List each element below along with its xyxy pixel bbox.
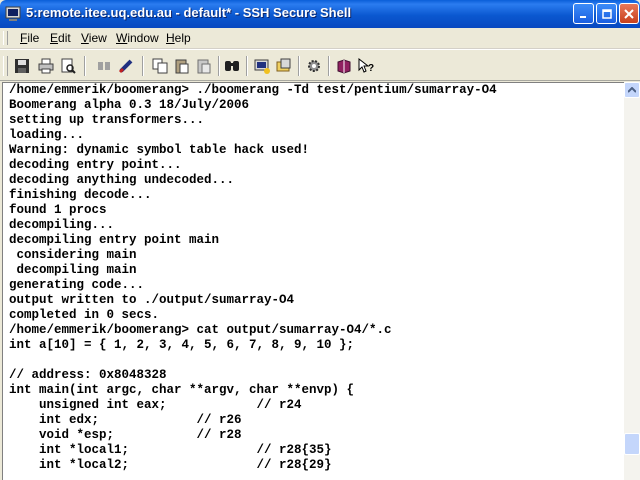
- paste-icon[interactable]: [172, 56, 192, 76]
- terminal-line: completed in 0 secs.: [9, 308, 160, 322]
- terminal-line: int edx; // r26: [9, 413, 242, 427]
- scroll-up-button[interactable]: [624, 82, 640, 98]
- terminal-line: Boomerang alpha 0.3 18/July/2006: [9, 98, 250, 112]
- toolbar-separator: [328, 56, 330, 76]
- terminal-line: int *local1; // r28{35}: [9, 443, 332, 457]
- menubar-grip[interactable]: [3, 31, 8, 45]
- scrollbar-thumb[interactable]: [624, 433, 640, 455]
- terminal-line: decompiling...: [9, 218, 115, 232]
- terminal-line: int *local2; // r28{29}: [9, 458, 332, 472]
- context-help-icon[interactable]: ?: [356, 56, 376, 76]
- terminal-line: setting up transformers...: [9, 113, 205, 127]
- vertical-scrollbar[interactable]: [624, 82, 640, 480]
- print-icon[interactable]: [36, 56, 56, 76]
- window-title: 5:remote.itee.uq.edu.au - default* - SSH…: [26, 5, 352, 20]
- terminal-output[interactable]: /home/emmerik/boomerang> ./boomerang -Td…: [2, 82, 624, 480]
- menu-window[interactable]: Window: [114, 31, 161, 45]
- minimize-button[interactable]: [573, 3, 594, 24]
- terminal-line: unsigned int eax; // r24: [9, 398, 302, 412]
- print-preview-icon[interactable]: [58, 56, 78, 76]
- terminal-line: int a[10] = { 1, 2, 3, 4, 5, 6, 7, 8, 9,…: [9, 338, 355, 352]
- terminal-line: finishing decode...: [9, 188, 152, 202]
- paste-special-icon[interactable]: [194, 56, 214, 76]
- title-bar[interactable]: 5:remote.itee.uq.edu.au - default* - SSH…: [0, 0, 640, 28]
- terminal-line: decompiling entry point main: [9, 233, 220, 247]
- terminal-line: decoding entry point...: [9, 158, 182, 172]
- menu-bar: File Edit View Window Help: [0, 28, 640, 49]
- chevron-up-icon: [628, 87, 636, 93]
- ssh-terminal-icon: [5, 6, 21, 22]
- terminal-line: output written to ./output/sumarray-O4: [9, 293, 295, 307]
- svg-text:?: ?: [368, 63, 374, 74]
- toolbar-separator: [84, 56, 86, 76]
- toolbar-separator: [298, 56, 300, 76]
- toolbar-separator: [218, 56, 220, 76]
- help-topics-icon[interactable]: [334, 56, 354, 76]
- settings-icon[interactable]: [304, 56, 324, 76]
- terminal-line: decompiling main: [9, 263, 137, 277]
- toolbar-separator: [142, 56, 144, 76]
- menu-help[interactable]: Help: [164, 31, 193, 45]
- terminal-line: found 1 procs: [9, 203, 107, 217]
- disconnect-icon[interactable]: [94, 56, 114, 76]
- terminal-line: generating code...: [9, 278, 145, 292]
- terminal-line: loading...: [9, 128, 85, 142]
- menu-view[interactable]: View: [79, 31, 109, 45]
- save-icon[interactable]: [12, 56, 32, 76]
- find-icon[interactable]: [222, 56, 242, 76]
- terminal-line: decoding anything undecoded...: [9, 173, 235, 187]
- new-file-transfer-icon[interactable]: [274, 56, 294, 76]
- terminal-line: int main(int argc, char **argv, char **e…: [9, 383, 355, 397]
- terminal-line: void *esp; // r28: [9, 428, 242, 442]
- toolbar-grip[interactable]: [3, 56, 8, 76]
- new-terminal-icon[interactable]: [252, 56, 272, 76]
- connect-icon[interactable]: [116, 56, 136, 76]
- terminal-line: // address: 0x8048328: [9, 368, 167, 382]
- close-button[interactable]: [619, 3, 639, 24]
- maximize-button[interactable]: [596, 3, 617, 24]
- toolbar: ?: [0, 49, 640, 81]
- menu-edit[interactable]: Edit: [48, 31, 73, 45]
- terminal-line: Warning: dynamic symbol table hack used!: [9, 143, 310, 157]
- toolbar-separator: [246, 56, 248, 76]
- terminal-line: /home/emmerik/boomerang> cat output/suma…: [9, 323, 392, 337]
- terminal-line: /home/emmerik/boomerang> ./boomerang -Td…: [9, 83, 497, 97]
- terminal-line: considering main: [9, 248, 137, 262]
- copy-icon[interactable]: [150, 56, 170, 76]
- menu-file[interactable]: File: [18, 31, 41, 45]
